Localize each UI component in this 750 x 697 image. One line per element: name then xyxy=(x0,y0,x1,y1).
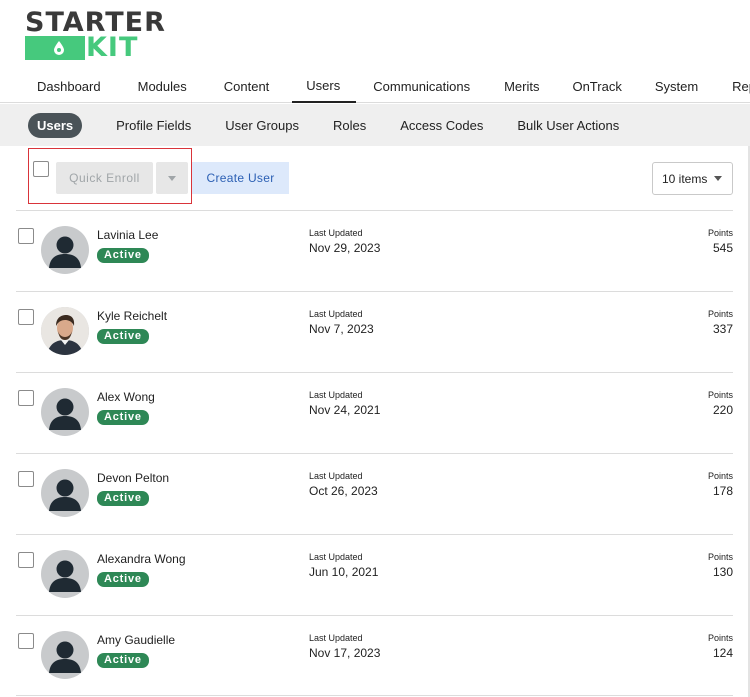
last-updated-date: Nov 24, 2021 xyxy=(309,403,381,417)
nav-reports[interactable]: Rep xyxy=(698,70,750,103)
nav-merits[interactable]: Merits xyxy=(470,70,539,103)
nav-content[interactable]: Content xyxy=(187,70,270,103)
last-updated-label: Last Updated xyxy=(309,471,363,481)
status-badge: Active xyxy=(97,410,149,425)
points-value: 178 xyxy=(712,484,733,498)
points-label: Points xyxy=(707,390,733,400)
user-name[interactable]: Amy Gaudielle xyxy=(97,633,175,647)
last-updated-label: Last Updated xyxy=(309,633,363,643)
last-updated-date: Nov 29, 2023 xyxy=(309,241,381,255)
starter-kit-logo[interactable]: STARTER KIT xyxy=(25,9,165,63)
subnav-user-groups[interactable]: User Groups xyxy=(225,118,299,133)
user-name[interactable]: Kyle Reichelt xyxy=(97,309,167,323)
avatar[interactable] xyxy=(41,388,89,436)
user-row[interactable]: Alexandra Wong Active Last Updated Jun 10, … xyxy=(16,534,733,615)
points-value: 124 xyxy=(712,646,733,660)
status-badge: Active xyxy=(97,248,149,263)
user-row[interactable]: Amy Gaudielle Active Last Updated Nov 17, 2… xyxy=(16,615,733,696)
user-row-checkbox[interactable] xyxy=(18,228,34,244)
nav-modules[interactable]: Modules xyxy=(101,70,187,103)
avatar[interactable] xyxy=(41,307,89,355)
logo-green-block xyxy=(25,36,85,60)
user-row-checkbox[interactable] xyxy=(18,390,34,406)
last-updated-label: Last Updated xyxy=(309,552,363,562)
subnav-access-codes[interactable]: Access Codes xyxy=(400,118,483,133)
points-label: Points xyxy=(707,309,733,319)
status-badge: Active xyxy=(97,653,149,668)
last-updated-label: Last Updated xyxy=(309,390,363,400)
nav-users[interactable]: Users xyxy=(292,70,357,103)
user-list: Lavinia Lee Active Last Updated Nov 29, 202… xyxy=(16,210,733,696)
items-per-page-value: 10 items xyxy=(662,171,708,186)
nav-ontrack[interactable]: OnTrack xyxy=(539,70,621,103)
subnav-bulk-user-actions[interactable]: Bulk User Actions xyxy=(517,118,619,133)
last-updated-date: Nov 17, 2023 xyxy=(309,646,381,660)
caret-down-icon xyxy=(714,176,723,181)
avatar[interactable] xyxy=(41,469,89,517)
last-updated-date: Jun 10, 2021 xyxy=(309,565,379,579)
highlight-annotation xyxy=(28,148,192,204)
user-name[interactable]: Alex Wong xyxy=(97,390,155,404)
points-label: Points xyxy=(707,228,733,238)
user-placeholder-icon xyxy=(49,398,81,430)
status-badge: Active xyxy=(97,572,149,587)
points-value: 130 xyxy=(712,565,733,579)
user-row-checkbox[interactable] xyxy=(18,633,34,649)
items-per-page-select[interactable]: 10 items xyxy=(652,162,733,195)
status-badge: Active xyxy=(97,329,149,344)
user-placeholder-icon xyxy=(49,560,81,592)
user-placeholder-icon xyxy=(49,479,81,511)
user-row[interactable]: Devon Pelton Active Last Updated Oct 26, 20… xyxy=(16,453,733,534)
avatar[interactable] xyxy=(41,631,89,679)
user-row-checkbox[interactable] xyxy=(18,309,34,325)
last-updated-label: Last Updated xyxy=(309,228,363,238)
logo-text-bottom: KIT xyxy=(86,32,139,63)
sub-navigation: Users Profile Fields User Groups Roles A… xyxy=(0,104,750,146)
nav-system[interactable]: System xyxy=(622,70,698,103)
user-list-toolbar: Quick Enroll Create User 10 items xyxy=(0,146,750,210)
last-updated-date: Oct 26, 2023 xyxy=(309,484,378,498)
drop-icon xyxy=(54,41,64,55)
subnav-users[interactable]: Users xyxy=(28,112,83,138)
subnav-profile-fields[interactable]: Profile Fields xyxy=(116,118,191,133)
subnav-roles[interactable]: Roles xyxy=(333,118,366,133)
points-label: Points xyxy=(707,552,733,562)
user-photo-icon xyxy=(41,307,89,355)
top-navigation: Dashboard Modules Content Users Communic… xyxy=(0,70,750,103)
avatar[interactable] xyxy=(41,550,89,598)
user-row[interactable]: Kyle Reichelt Active Last Updated Nov 7, 20… xyxy=(16,291,733,372)
nav-dashboard[interactable]: Dashboard xyxy=(0,70,101,103)
last-updated-label: Last Updated xyxy=(309,309,363,319)
user-name[interactable]: Devon Pelton xyxy=(97,471,169,485)
user-row-checkbox[interactable] xyxy=(18,471,34,487)
avatar[interactable] xyxy=(41,226,89,274)
user-name[interactable]: Alexandra Wong xyxy=(97,552,186,566)
points-value: 545 xyxy=(712,241,733,255)
last-updated-date: Nov 7, 2023 xyxy=(309,322,374,336)
user-row-checkbox[interactable] xyxy=(18,552,34,568)
points-label: Points xyxy=(707,471,733,481)
nav-communications[interactable]: Communications xyxy=(356,70,470,103)
user-placeholder-icon xyxy=(49,641,81,673)
logo-bottom-bar: KIT xyxy=(25,32,141,63)
points-label: Points xyxy=(707,633,733,643)
user-placeholder-icon xyxy=(49,236,81,268)
user-row[interactable]: Alex Wong Active Last Updated Nov 24, 2021 P… xyxy=(16,372,733,453)
create-user-button[interactable]: Create User xyxy=(192,162,289,194)
status-badge: Active xyxy=(97,491,149,506)
user-row[interactable]: Lavinia Lee Active Last Updated Nov 29, 202… xyxy=(16,210,733,291)
points-value: 220 xyxy=(712,403,733,417)
user-name[interactable]: Lavinia Lee xyxy=(97,228,158,242)
points-value: 337 xyxy=(712,322,733,336)
